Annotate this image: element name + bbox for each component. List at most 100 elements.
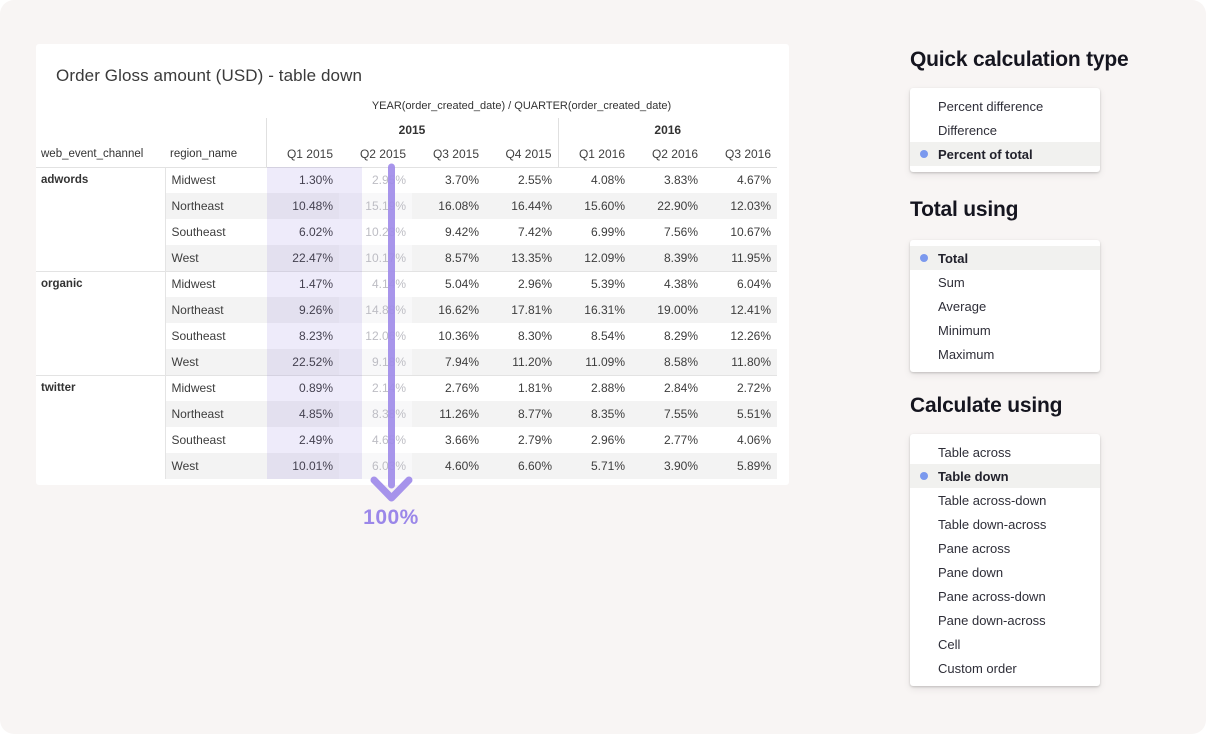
value-cell: 7.94% — [412, 349, 485, 375]
value-cell: 2.14% — [339, 375, 412, 401]
menu-option-pane-across[interactable]: Pane across — [910, 536, 1100, 560]
value-cell: 5.39% — [558, 271, 631, 297]
value-cell: 4.14% — [339, 271, 412, 297]
menu-option-pane-down[interactable]: Pane down — [910, 560, 1100, 584]
table-card: Order Gloss amount (USD) - table down YE… — [36, 44, 789, 485]
value-cell: 15.19% — [339, 193, 412, 219]
dot-placeholder — [920, 326, 928, 334]
menu-option-table-down[interactable]: Table down — [910, 464, 1100, 488]
dot-placeholder — [920, 592, 928, 600]
value-cell: 4.67% — [704, 167, 777, 193]
value-cell: 7.42% — [485, 219, 558, 245]
dot-placeholder — [920, 568, 928, 576]
dot-placeholder — [920, 520, 928, 528]
region-cell: West — [165, 349, 266, 375]
value-cell: 14.88% — [339, 297, 412, 323]
menu-option-sum[interactable]: Sum — [910, 270, 1100, 294]
menu-option-pane-down-across[interactable]: Pane down-across — [910, 608, 1100, 632]
value-cell: 1.30% — [266, 167, 339, 193]
menu-option-table-across[interactable]: Table across — [910, 440, 1100, 464]
value-cell: 6.99% — [558, 219, 631, 245]
value-cell: 3.70% — [412, 167, 485, 193]
value-cell: 10.67% — [704, 219, 777, 245]
value-cell: 19.00% — [631, 297, 704, 323]
menu-option-label: Table down-across — [938, 517, 1046, 532]
region-cell: West — [165, 245, 266, 271]
value-cell: 8.77% — [485, 401, 558, 427]
value-cell: 6.02% — [266, 219, 339, 245]
value-cell: 22.90% — [631, 193, 704, 219]
menu-option-label: Minimum — [938, 323, 991, 338]
value-cell: 2.95% — [339, 167, 412, 193]
column-header-q2-2016: Q2 2016 — [631, 142, 704, 167]
value-cell: 12.06% — [339, 323, 412, 349]
menu-option-cell[interactable]: Cell — [910, 632, 1100, 656]
menu-option-minimum[interactable]: Minimum — [910, 318, 1100, 342]
value-cell: 2.88% — [558, 375, 631, 401]
value-cell: 6.60% — [485, 453, 558, 479]
year-header-2015: 2015 — [266, 118, 558, 142]
value-cell: 2.49% — [266, 427, 339, 453]
channel-cell: adwords — [36, 167, 165, 271]
region-cell: Midwest — [165, 375, 266, 401]
value-cell: 2.84% — [631, 375, 704, 401]
section-heading-total-using: Total using — [910, 198, 1190, 222]
menu-option-average[interactable]: Average — [910, 294, 1100, 318]
value-cell: 16.08% — [412, 193, 485, 219]
region-cell: Southeast — [165, 427, 266, 453]
region-cell: Northeast — [165, 401, 266, 427]
section-heading-calculate-using: Calculate using — [910, 394, 1190, 418]
value-cell: 22.47% — [266, 245, 339, 271]
value-cell: 16.31% — [558, 297, 631, 323]
menu-option-label: Total — [938, 251, 968, 266]
value-cell: 12.09% — [558, 245, 631, 271]
menu-option-table-down-across[interactable]: Table down-across — [910, 512, 1100, 536]
column-header-web-event-channel: web_event_channel — [36, 142, 165, 167]
menu-option-maximum[interactable]: Maximum — [910, 342, 1100, 366]
arrow-label: 100% — [341, 506, 441, 530]
dot-placeholder — [920, 102, 928, 110]
menu-option-percent-of-total[interactable]: Percent of total — [910, 142, 1100, 166]
value-cell: 7.55% — [631, 401, 704, 427]
value-cell: 10.01% — [266, 453, 339, 479]
table-row: adwordsMidwest1.30%2.95%3.70%2.55%4.08%3… — [36, 167, 777, 193]
column-header-region-name: region_name — [165, 142, 266, 167]
menu-option-pane-across-down[interactable]: Pane across-down — [910, 584, 1100, 608]
value-cell: 4.65% — [339, 427, 412, 453]
quick-calculation-type-menu: Percent differenceDifferencePercent of t… — [910, 88, 1100, 172]
dot-placeholder — [920, 278, 928, 286]
dot-placeholder — [920, 302, 928, 310]
selected-dot-icon — [920, 254, 928, 262]
menu-option-label: Pane across — [938, 541, 1010, 556]
menu-option-difference[interactable]: Difference — [910, 118, 1100, 142]
menu-option-custom-order[interactable]: Custom order — [910, 656, 1100, 680]
menu-option-label: Cell — [938, 637, 960, 652]
column-header-q1-2015: Q1 2015 — [266, 142, 339, 167]
column-header-row: web_event_channel region_name Q1 2015 Q2… — [36, 142, 777, 167]
column-header-q3-2016: Q3 2016 — [704, 142, 777, 167]
menu-option-label: Custom order — [938, 661, 1017, 676]
dot-placeholder — [920, 350, 928, 358]
value-cell: 22.52% — [266, 349, 339, 375]
value-cell: 13.35% — [485, 245, 558, 271]
column-header-q3-2015: Q3 2015 — [412, 142, 485, 167]
column-header-q4-2015: Q4 2015 — [485, 142, 558, 167]
menu-option-percent-difference[interactable]: Percent difference — [910, 94, 1100, 118]
menu-option-label: Table across-down — [938, 493, 1046, 508]
value-cell: 4.38% — [631, 271, 704, 297]
table-row: twitterMidwest0.89%2.14%2.76%1.81%2.88%2… — [36, 375, 777, 401]
value-cell: 11.95% — [704, 245, 777, 271]
menu-option-total[interactable]: Total — [910, 246, 1100, 270]
value-cell: 2.96% — [485, 271, 558, 297]
axis-label-row: YEAR(order_created_date) / QUARTER(order… — [36, 94, 777, 118]
menu-option-table-across-down[interactable]: Table across-down — [910, 488, 1100, 512]
value-cell: 1.47% — [266, 271, 339, 297]
value-cell: 12.41% — [704, 297, 777, 323]
dot-placeholder — [920, 640, 928, 648]
value-cell: 11.09% — [558, 349, 631, 375]
value-cell: 10.48% — [266, 193, 339, 219]
dot-placeholder — [920, 448, 928, 456]
calculate-using-menu: Table acrossTable down Table across-down T… — [910, 434, 1100, 686]
value-cell: 8.29% — [631, 323, 704, 349]
dot-placeholder — [920, 126, 928, 134]
